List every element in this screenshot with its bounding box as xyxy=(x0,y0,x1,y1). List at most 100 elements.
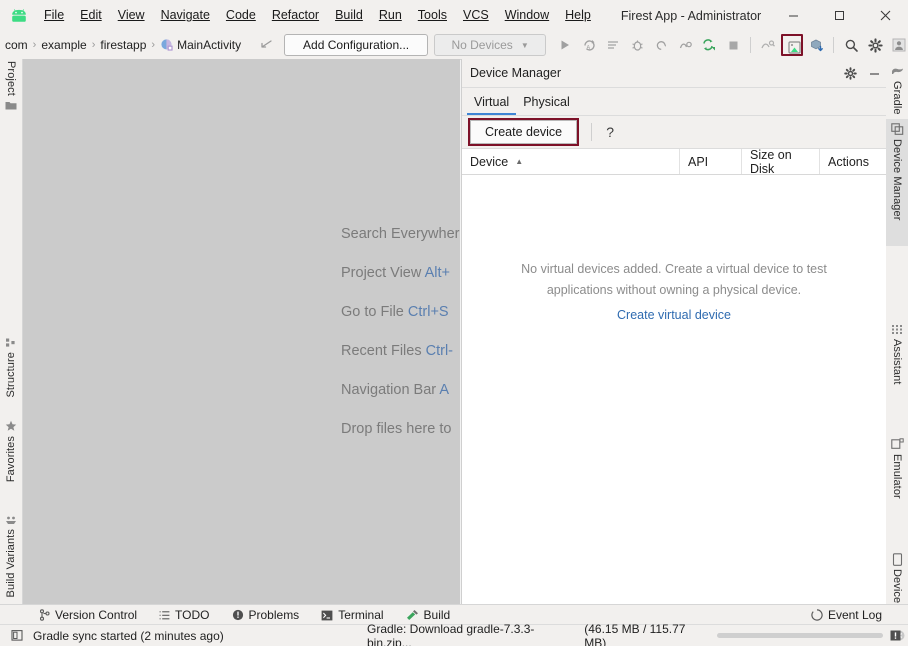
device-manager-title: Device Manager xyxy=(470,66,562,80)
menu-item-navigate[interactable]: Navigate xyxy=(153,0,218,31)
device-manager-actions: Create device ? xyxy=(462,116,886,149)
sidebar-item-assistant[interactable]: Assistant xyxy=(886,319,908,399)
hint-recent-files: Recent Files Ctrl- xyxy=(341,343,460,382)
create-virtual-device-link[interactable]: Create virtual device xyxy=(617,308,731,322)
profile-icon[interactable] xyxy=(650,34,672,56)
device-manager-tabs: Virtual Physical xyxy=(462,88,886,116)
svg-text:A: A xyxy=(586,45,590,51)
menu-item-file[interactable]: File xyxy=(36,0,72,31)
hint-keys-label: Alt+ xyxy=(424,265,450,281)
sidebar-item-label: Favorites xyxy=(5,436,17,483)
tab-physical[interactable]: Physical xyxy=(516,95,577,115)
menu-item-help[interactable]: Help xyxy=(557,0,599,31)
sidebar-item-device-manager[interactable]: Device Manager xyxy=(886,119,908,246)
breadcrumb-item-example[interactable]: example xyxy=(38,38,89,52)
sdk-manager-icon[interactable] xyxy=(805,34,827,56)
column-header-size-on-disk[interactable]: Size on Disk xyxy=(741,148,819,176)
branch-icon xyxy=(39,609,50,621)
hint-keys-label: A xyxy=(439,382,450,398)
column-header-device[interactable]: Device ▲ xyxy=(462,149,679,174)
close-button[interactable] xyxy=(862,0,908,31)
layout-inspector-icon[interactable] xyxy=(757,34,779,56)
bottom-item-label: Version Control xyxy=(55,608,138,622)
search-icon[interactable] xyxy=(840,34,862,56)
bottom-item-problems[interactable]: Problems xyxy=(221,605,311,625)
device-selector-dropdown[interactable]: No Devices ▼ xyxy=(434,34,547,56)
notification-icon[interactable] xyxy=(886,627,904,645)
title-bar: File Edit View Navigate Code Refactor Bu… xyxy=(0,0,908,32)
sidebar-item-label: Structure xyxy=(5,352,17,398)
hint-action-label: Project View xyxy=(341,265,422,281)
gear-icon[interactable] xyxy=(838,61,862,85)
sidebar-item-build-variants[interactable]: Build Variants xyxy=(0,509,22,597)
avd-manager-icon xyxy=(783,36,805,58)
sync-project-icon[interactable] xyxy=(698,34,720,56)
status-bar: Gradle sync started (2 minutes ago) Grad… xyxy=(0,622,908,646)
user-account-icon[interactable] xyxy=(888,34,908,56)
attach-debugger-icon[interactable] xyxy=(674,34,696,56)
sidebar-item-project[interactable]: Project xyxy=(0,61,22,116)
stop-icon[interactable] xyxy=(722,34,744,56)
hint-project-view: Project View Alt+ xyxy=(341,265,460,304)
breadcrumb-separator: › xyxy=(32,39,37,51)
window-frame-icon[interactable] xyxy=(8,627,26,645)
sidebar-item-structure[interactable]: Structure xyxy=(0,332,22,398)
toolbar-separator xyxy=(833,37,835,53)
menu-item-code[interactable]: Code xyxy=(218,0,264,31)
breadcrumb-separator: › xyxy=(91,39,96,51)
apply-changes-icon[interactable]: A xyxy=(578,34,600,56)
breadcrumb-item-firestapp[interactable]: firestapp xyxy=(97,38,149,52)
help-icon[interactable]: ? xyxy=(602,124,618,140)
menu-item-refactor[interactable]: Refactor xyxy=(264,0,327,31)
column-header-api[interactable]: API xyxy=(679,149,741,174)
run-with-coverage-icon[interactable] xyxy=(602,34,624,56)
hint-action-label: Navigation Bar xyxy=(341,382,437,398)
sidebar-item-emulator[interactable]: Emulator xyxy=(886,434,908,516)
add-configuration-button[interactable]: Add Configuration... xyxy=(284,34,429,56)
breadcrumb-item-com[interactable]: com xyxy=(2,38,31,52)
up-down-arrow-icon[interactable] xyxy=(258,38,274,52)
menu-item-build[interactable]: Build xyxy=(327,0,371,31)
left-tool-window-bar: Project Structure Favorites Build Varian… xyxy=(0,59,23,605)
bottom-item-todo[interactable]: TODO xyxy=(148,605,220,625)
event-log-icon xyxy=(811,609,823,621)
hint-keys-label: Ctrl+S xyxy=(407,304,449,320)
event-log-label: Event Log xyxy=(827,608,882,622)
column-label: Device xyxy=(470,154,509,169)
bottom-item-label: Problems xyxy=(248,608,300,622)
tab-virtual[interactable]: Virtual xyxy=(467,95,517,115)
minimize-button[interactable] xyxy=(770,0,816,31)
progress-bar xyxy=(716,633,884,638)
create-device-button[interactable]: Create device xyxy=(470,120,578,144)
menu-item-view[interactable]: View xyxy=(110,0,153,31)
menu-item-vcs[interactable]: VCS xyxy=(455,0,497,31)
run-icon[interactable] xyxy=(554,34,576,56)
sidebar-item-gradle[interactable]: Gradle xyxy=(886,61,908,116)
column-header-actions[interactable]: Actions xyxy=(819,149,881,174)
gradle-elephant-icon xyxy=(890,64,904,78)
device-manager-icon xyxy=(890,122,904,136)
android-robot-icon xyxy=(8,5,30,27)
minimize-icon[interactable] xyxy=(862,61,886,85)
sidebar-item-label: Build Variants xyxy=(5,529,17,598)
debug-icon[interactable] xyxy=(626,34,648,56)
bottom-item-version-control[interactable]: Version Control xyxy=(28,605,148,625)
editor-shortcut-hints: Search Everywhere Project View Alt+ Go t… xyxy=(341,226,460,460)
menu-item-window[interactable]: Window xyxy=(497,0,557,31)
background-task-label: Gradle: Download gradle-7.3.3-bin.zip... xyxy=(367,621,535,646)
menu-item-tools[interactable]: Tools xyxy=(410,0,455,31)
background-task-indicator: Gradle: Download gradle-7.3.3-bin.zip...… xyxy=(367,622,908,646)
problems-icon xyxy=(232,609,244,621)
settings-gear-icon[interactable] xyxy=(864,34,886,56)
bottom-item-label: Build xyxy=(423,608,451,622)
column-label: API xyxy=(688,154,709,169)
menu-bar: File Edit View Navigate Code Refactor Bu… xyxy=(36,0,599,31)
avd-manager-button[interactable] xyxy=(781,34,805,58)
menu-item-run[interactable]: Run xyxy=(371,0,410,31)
menu-item-edit[interactable]: Edit xyxy=(72,0,110,31)
breadcrumb-item-mainactivity[interactable]: MainActivity xyxy=(157,38,244,52)
sidebar-item-favorites[interactable]: Favorites xyxy=(0,416,22,482)
maximize-button[interactable] xyxy=(816,0,862,31)
hint-go-to-file: Go to File Ctrl+S xyxy=(341,304,460,343)
status-message: Gradle sync started (2 minutes ago) xyxy=(33,628,224,643)
